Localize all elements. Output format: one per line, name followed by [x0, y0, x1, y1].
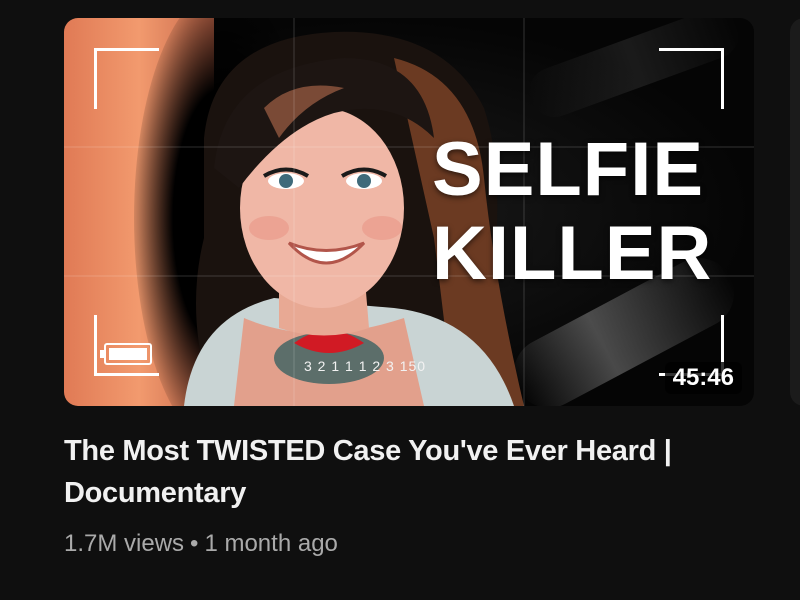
viewfinder-corner-top-left — [94, 48, 159, 109]
duration-badge: 45:46 — [664, 362, 742, 394]
video-metadata: 1.7M views • 1 month ago — [64, 530, 754, 558]
viewfinder-corner-top-right — [659, 48, 724, 109]
thumbnail-text-line1: SELFIE — [432, 127, 705, 212]
exposure-scale: 3 2 1 1 1 2 3 150 — [304, 358, 427, 374]
battery-icon — [100, 343, 152, 365]
thumbnail-overlay-text: SELFIE KILLER — [432, 128, 722, 296]
video-card[interactable]: SELFIE KILLER 3 2 1 1 1 2 3 150 45:46 Th… — [64, 18, 754, 558]
meta-separator: • — [190, 530, 199, 557]
view-count: 1.7M views — [64, 530, 185, 557]
upload-age: 1 month ago — [204, 530, 338, 557]
thumbnail-text-line2: KILLER — [432, 211, 713, 296]
video-title[interactable]: The Most TWISTED Case You've Ever Heard … — [64, 430, 724, 514]
next-video-thumbnail[interactable] — [790, 18, 800, 406]
video-thumbnail[interactable]: SELFIE KILLER 3 2 1 1 1 2 3 150 45:46 — [64, 18, 754, 406]
